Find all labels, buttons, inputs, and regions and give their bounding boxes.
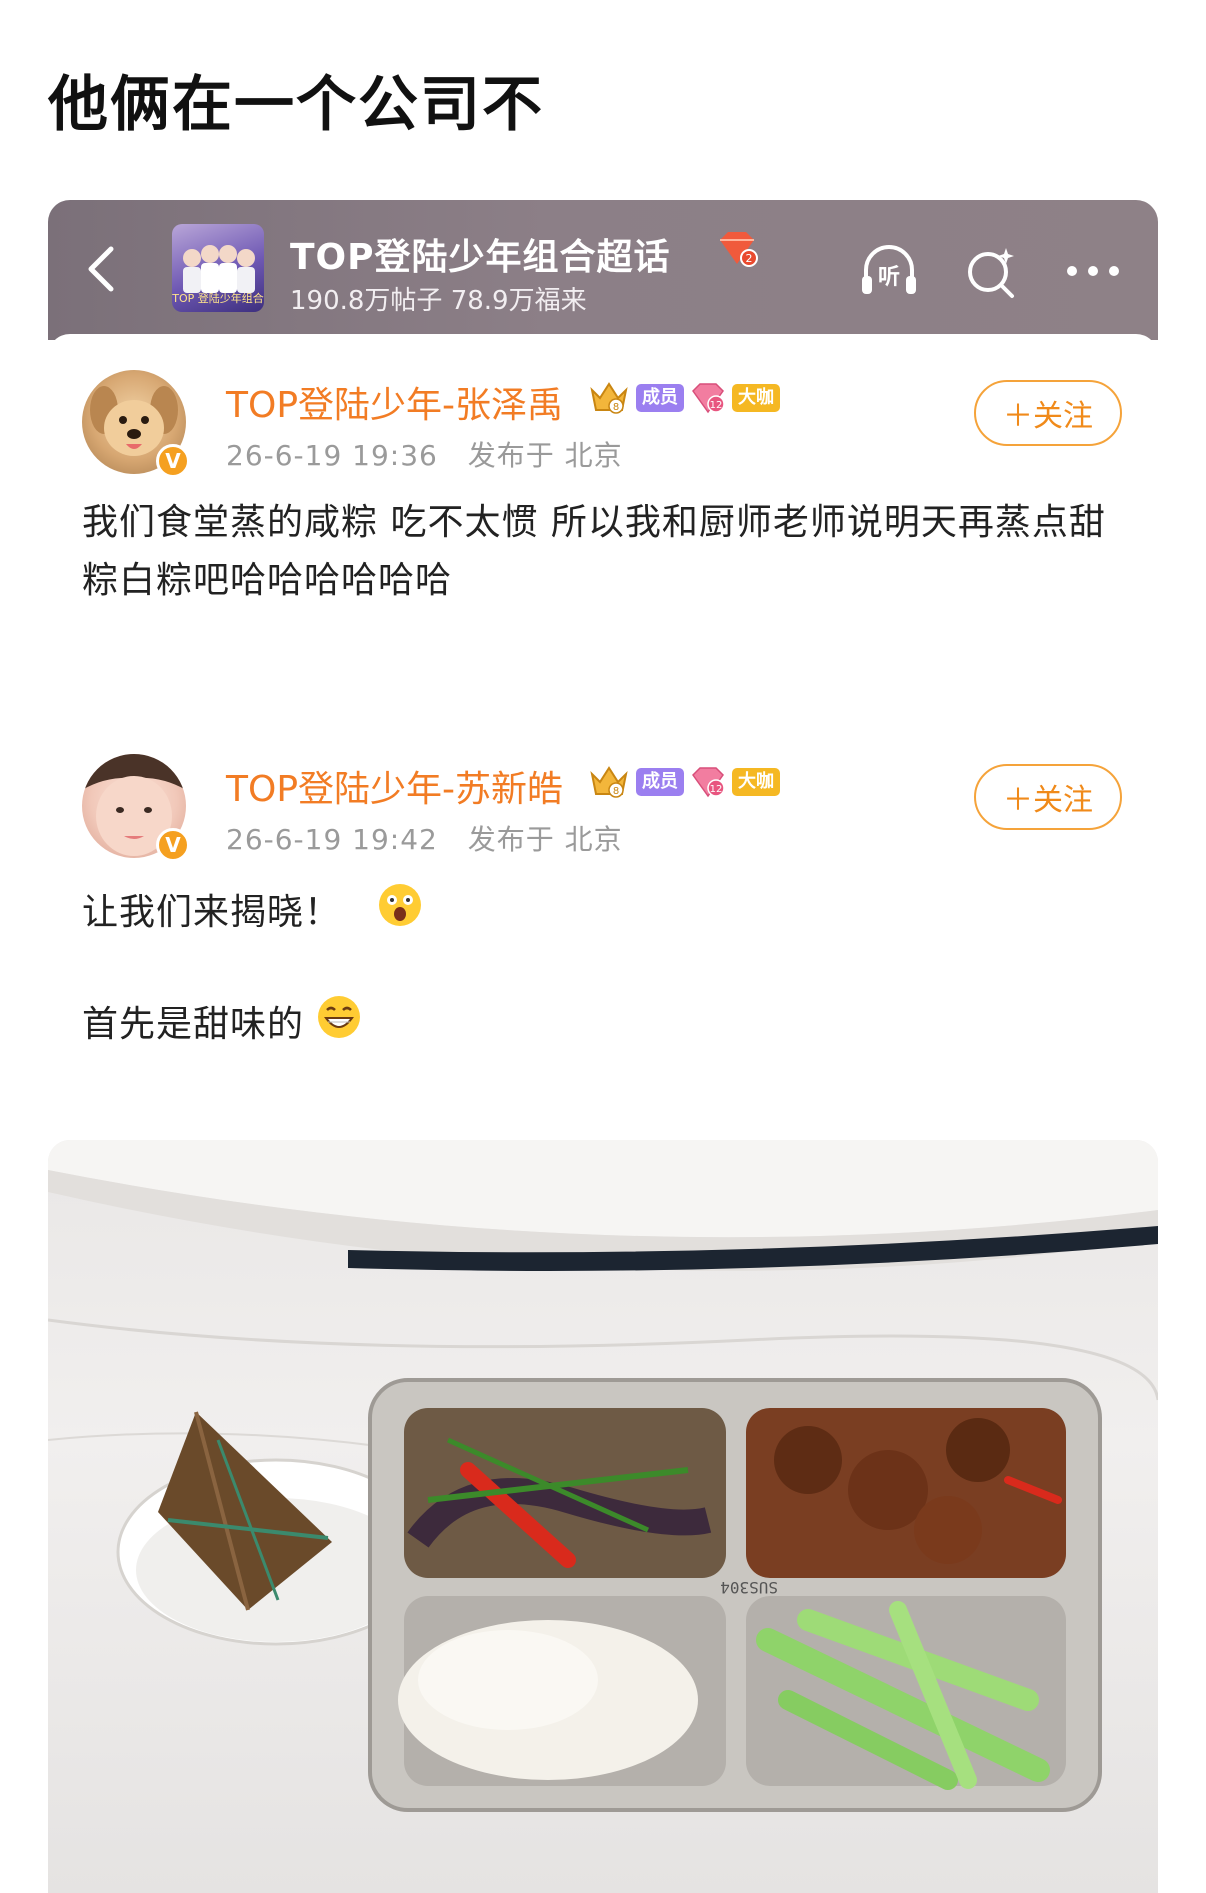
meal-illustration: SUS304 — [48, 1140, 1158, 1812]
post-photo[interactable]: SUS304 — [48, 1140, 1158, 1893]
post-card: V TOP登陆少年-张泽禹 8 成员 12 大咖 26-6-19 19:36 发… — [48, 334, 1158, 654]
search-sparkle-icon[interactable] — [960, 240, 1022, 302]
crown-level: 8 — [613, 786, 619, 797]
gem-icon: 12 — [690, 766, 726, 798]
post-card: V TOP登陆少年-苏新皓 8 成员 12 大咖 26-6-19 19:42 发… — [48, 718, 1158, 1068]
chevron-left-icon[interactable] — [78, 244, 122, 294]
gem-level: 12 — [710, 400, 723, 411]
verified-badge-icon: V — [156, 444, 190, 478]
post-text: 我们食堂蒸的咸粽 吃不太惯 所以我和厨师老师说明天再蒸点甜粽白粽吧哈哈哈哈哈哈 — [82, 502, 1106, 601]
crown-level: 8 — [613, 402, 619, 413]
member-tag: 成员 — [636, 384, 684, 412]
shocked-emoji-icon — [377, 882, 423, 946]
post-text-line-2: 首先是甜味的 — [82, 1004, 305, 1045]
gem-icon: 12 — [690, 382, 726, 414]
headphones-icon[interactable]: 听 — [858, 240, 920, 302]
post-meta: 26-6-19 19:36 发布于 北京 — [226, 434, 623, 474]
page-title: 他俩在一个公司不 — [48, 70, 544, 140]
topic-level-value: 2 — [746, 252, 753, 265]
post-location: 发布于 北京 — [467, 823, 623, 856]
topic-cover-image[interactable]: TOP 登陆少年组合 — [172, 224, 264, 312]
bigshot-tag: 大咖 — [732, 384, 780, 412]
verified-badge-icon: V — [156, 828, 190, 862]
topic-name[interactable]: TOP登陆少年组合超话 — [290, 228, 671, 280]
post-text-line: 首先是甜味的 — [82, 994, 1124, 1058]
more-dots-icon[interactable] — [1062, 240, 1124, 302]
post-time: 26-6-19 19:36 — [226, 439, 438, 472]
listen-label: 听 — [878, 265, 900, 290]
user-badges: 8 成员 12 大咖 — [588, 380, 780, 416]
post-text-line-1: 让我们来揭晓！ — [82, 892, 342, 933]
user-name[interactable]: TOP登陆少年-苏新皓 — [226, 760, 563, 812]
bigshot-tag: 大咖 — [732, 768, 780, 796]
crown-icon: 8 — [588, 380, 630, 416]
topic-level-gem-icon: 2 — [716, 230, 758, 268]
post-time: 26-6-19 19:42 — [226, 823, 438, 856]
crown-icon: 8 — [588, 764, 630, 800]
user-badges: 8 成员 12 大咖 — [588, 764, 780, 800]
topic-header: TOP 登陆少年组合 TOP登陆少年组合超话 2 190.8万帖子 78.9万福… — [48, 200, 1158, 340]
grin-emoji-icon — [316, 994, 362, 1058]
tray-stamp: SUS304 — [720, 1578, 778, 1597]
topic-cover-text: TOP 登陆少年组合 — [172, 292, 264, 305]
user-name[interactable]: TOP登陆少年-张泽禹 — [226, 376, 563, 428]
member-tag: 成员 — [636, 768, 684, 796]
follow-button[interactable]: ＋关注 — [974, 380, 1122, 446]
gem-level: 12 — [710, 784, 723, 795]
follow-button[interactable]: ＋关注 — [974, 764, 1122, 830]
post-location: 发布于 北京 — [467, 439, 623, 472]
topic-stats: 190.8万帖子 78.9万福来 — [290, 286, 587, 316]
post-meta: 26-6-19 19:42 发布于 北京 — [226, 818, 623, 858]
post-text-line: 让我们来揭晓！ — [82, 882, 1124, 946]
